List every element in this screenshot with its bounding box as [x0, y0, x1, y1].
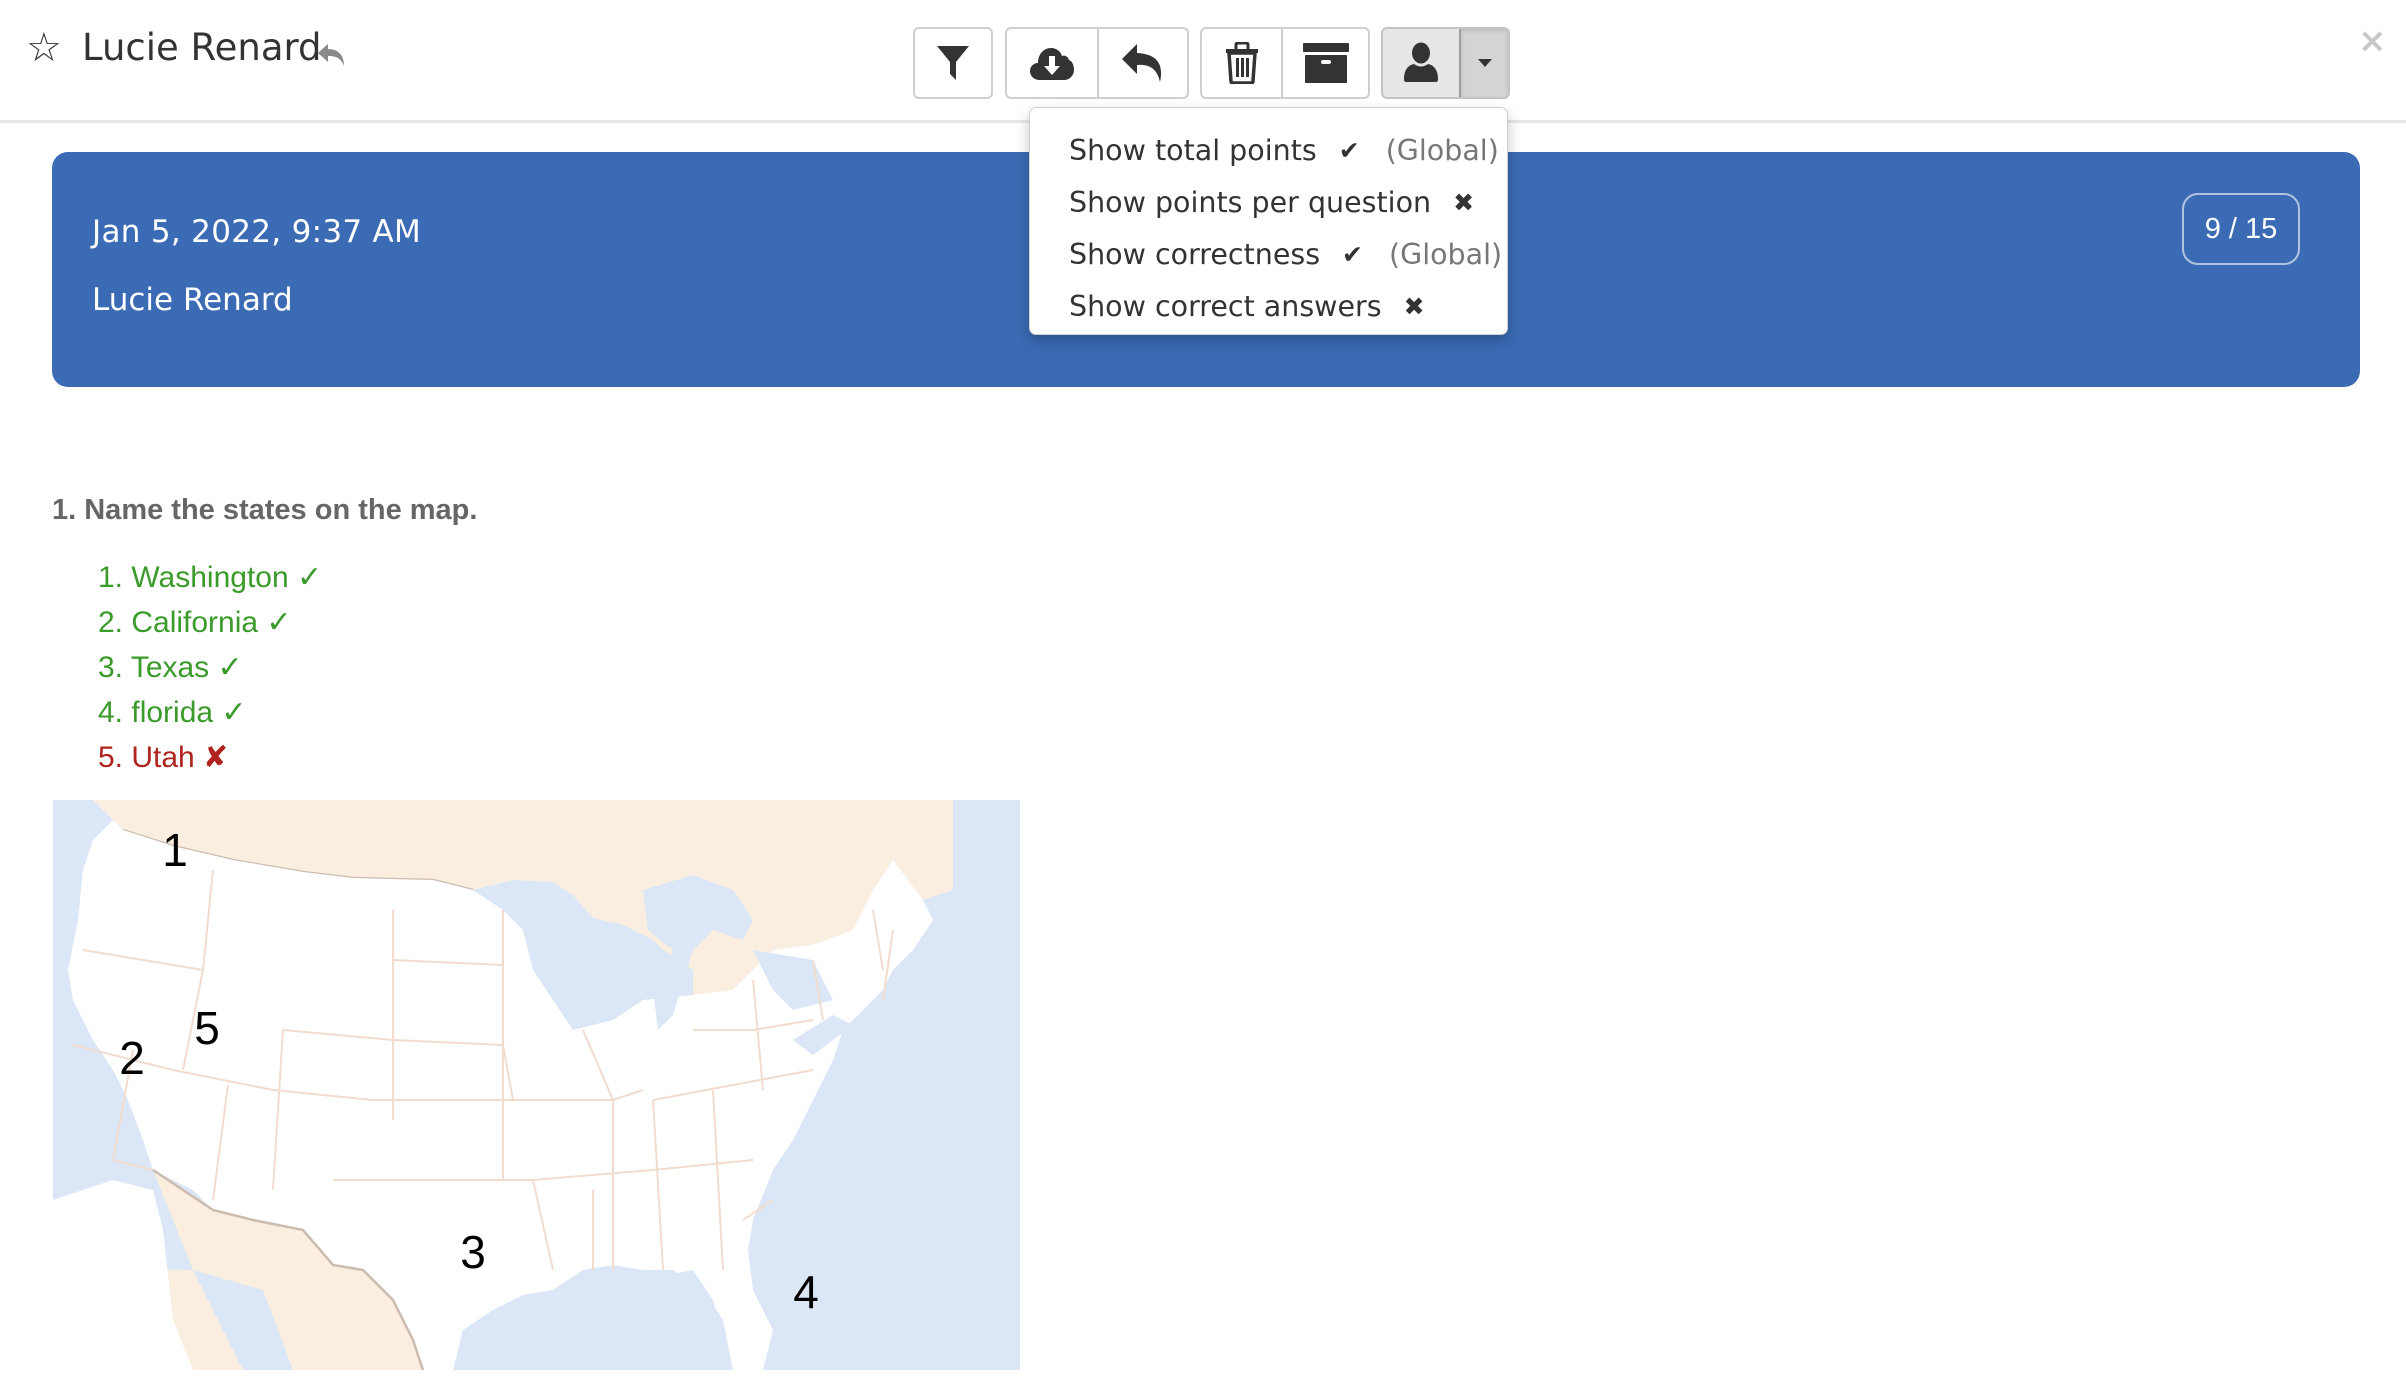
filter-button[interactable] [915, 29, 991, 97]
us-map-image: 1 2 3 4 5 [53, 800, 1020, 1370]
reply-button[interactable] [1097, 29, 1187, 97]
map-label-5: 5 [194, 1002, 220, 1054]
answer-list: 1. Washington ✓ 2. California ✓ 3. Texas… [98, 555, 322, 780]
cross-icon: ✖ [1453, 187, 1475, 217]
user-menu-toggle[interactable] [1459, 29, 1508, 97]
map-label-4: 4 [793, 1266, 819, 1318]
menu-item-label: Show total points [1069, 133, 1317, 167]
answer-item-correct: 2. California ✓ [98, 606, 292, 639]
top-bar: ☆ Lucie Renard × [0, 0, 2406, 123]
filter-button-group [913, 27, 993, 99]
menu-item-show-total-points[interactable]: Show total points ✔ (Global) [1030, 124, 1507, 176]
user-button[interactable] [1383, 29, 1459, 97]
reply-icon [1122, 44, 1162, 82]
archive-icon [1302, 43, 1349, 83]
scope-label: (Global) [1385, 133, 1499, 167]
map-drawing [53, 800, 1020, 1370]
user-icon [1404, 42, 1438, 82]
cloud-download-icon [1030, 48, 1074, 80]
star-icon[interactable]: ☆ [26, 28, 62, 68]
cross-icon: ✖ [1403, 291, 1425, 321]
filter-icon [937, 46, 969, 80]
download-reply-group [1005, 27, 1189, 99]
menu-item-show-points-per-question[interactable]: Show points per question ✖ [1030, 176, 1507, 228]
scope-label: (Global) [1389, 237, 1503, 271]
map-label-3: 3 [460, 1226, 486, 1278]
archive-button[interactable] [1281, 29, 1368, 97]
question-title: 1. Name the states on the map. [52, 494, 478, 526]
menu-item-label: Show correctness [1069, 237, 1321, 271]
score-badge: 9 / 15 [2182, 193, 2300, 265]
menu-item-show-correctness[interactable]: Show correctness ✔ (Global) [1030, 228, 1507, 280]
reply-icon[interactable] [316, 38, 348, 70]
close-icon[interactable]: × [2358, 24, 2387, 58]
submitter-name: Lucie Renard [92, 282, 293, 318]
answer-item-correct: 1. Washington ✓ [98, 561, 323, 594]
map-label-1: 1 [162, 824, 188, 876]
answer-item-correct: 4. florida ✓ [98, 696, 247, 729]
user-options-dropdown: Show total points ✔ (Global) Show points… [1029, 107, 1508, 335]
menu-item-label: Show points per question [1069, 185, 1432, 219]
submission-date: Jan 5, 2022, 9:37 AM [92, 214, 422, 250]
user-button-group [1381, 27, 1510, 99]
map-label-2: 2 [119, 1032, 145, 1084]
check-icon: ✔ [1338, 135, 1360, 165]
delete-button[interactable] [1202, 29, 1281, 97]
delete-archive-group [1200, 27, 1370, 99]
trash-icon [1225, 42, 1258, 84]
download-button[interactable] [1007, 29, 1097, 97]
caret-down-icon [1477, 59, 1492, 67]
menu-item-show-correct-answers[interactable]: Show correct answers ✖ [1030, 280, 1507, 332]
answer-item-correct: 3. Texas ✓ [98, 651, 243, 684]
check-icon: ✔ [1342, 239, 1363, 269]
answer-item-incorrect: 5. Utah ✘ [98, 741, 229, 774]
page-title: Lucie Renard [82, 26, 322, 69]
menu-item-label: Show correct answers [1069, 289, 1382, 323]
